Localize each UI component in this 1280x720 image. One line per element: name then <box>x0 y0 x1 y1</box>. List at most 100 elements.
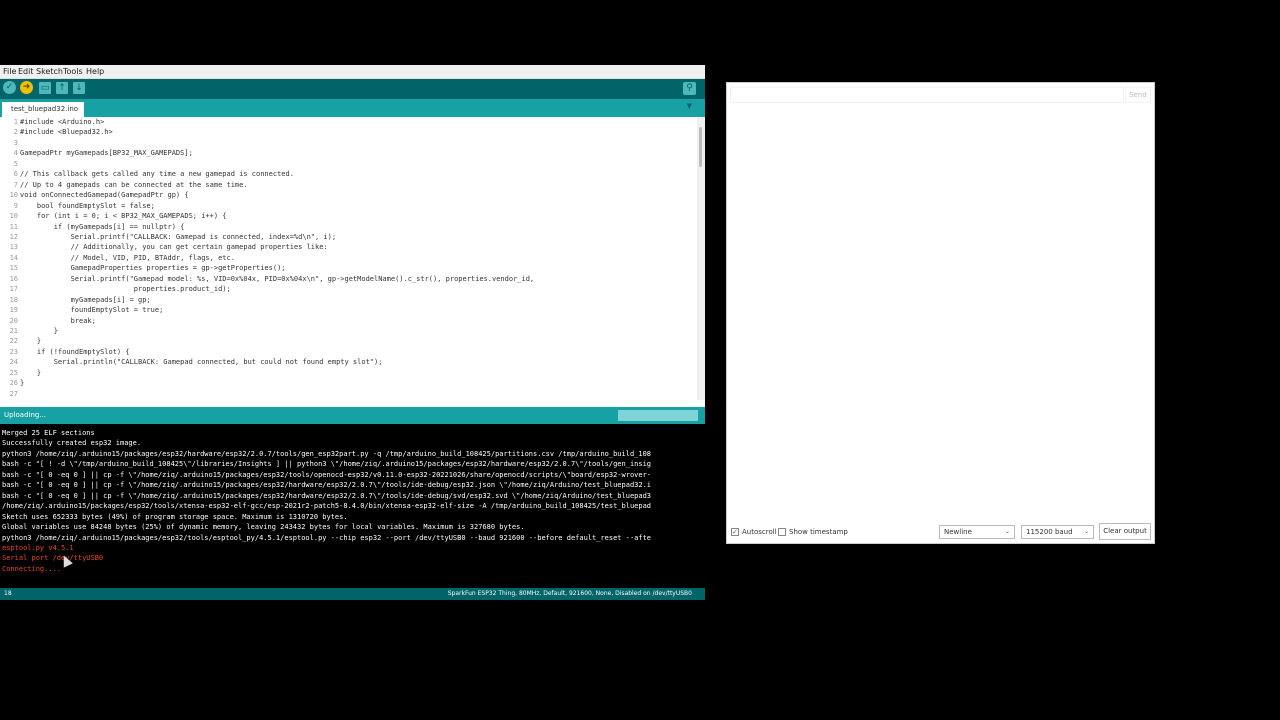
code-text: } <box>20 368 42 377</box>
code-line[interactable]: 3 <box>0 138 20 148</box>
current-line-number: 18 <box>4 590 12 597</box>
console-line: python3 /home/ziq/.arduino15/packages/es… <box>2 449 652 458</box>
code-text: if (!foundEmptySlot) { <box>20 347 130 356</box>
code-text: #include <Arduino.h> <box>20 118 105 126</box>
code-line[interactable]: 5 <box>0 159 20 169</box>
status-text: Uploading... <box>4 411 47 419</box>
console-line: bash -c "[ 0 -eq 0 ] || cp -f \"/home/zi… <box>2 481 652 490</box>
console-line: Successfully created esp32 image. <box>2 439 142 448</box>
chevron-down-icon: ⌄ <box>1004 528 1010 535</box>
console-line: python3 /home/ziq/.arduino15/packages/es… <box>2 533 652 542</box>
serial-monitor-button[interactable]: ⚲ <box>683 82 696 95</box>
code-line[interactable]: 13 // Additionally, you can get certain … <box>0 242 328 252</box>
code-line[interactable]: 26} <box>0 378 25 388</box>
code-text: } <box>20 327 58 335</box>
serial-output-area[interactable] <box>730 105 1151 520</box>
menu-help[interactable]: Help <box>86 67 104 76</box>
save-arrow-down-icon: ↓ <box>75 83 83 93</box>
line-number: 19 <box>9 306 18 315</box>
clear-output-button[interactable]: Clear output <box>1099 523 1151 540</box>
code-line[interactable]: 2 #include <Bluepad32.h> <box>0 127 113 137</box>
code-line[interactable]: 10 for (int i = 0; i < BP32_MAX_GAMEPADS… <box>0 211 227 221</box>
menu-sketch[interactable]: Sketch <box>36 67 63 76</box>
code-line[interactable]: 18 myGamepads[i] = gp; <box>0 295 151 305</box>
code-line[interactable]: 7// Up to 4 gamepads can be connected at… <box>0 180 248 190</box>
console-line: Serial port /dev/ttyUSB0 <box>2 554 104 563</box>
line-number: 22 <box>9 337 18 346</box>
code-line[interactable]: 12 Serial.printf("CALLBACK: Gamepad is c… <box>0 232 337 242</box>
menu-file[interactable]: File <box>3 67 16 76</box>
new-button[interactable]: ▭ <box>39 82 51 94</box>
code-line[interactable]: 23 if (!foundEmptySlot) { <box>0 347 130 357</box>
code-line[interactable]: 19 foundEmptySlot = true; <box>0 305 164 315</box>
line-ending-select[interactable]: Newline ⌄ <box>939 525 1015 539</box>
verify-button[interactable]: ✓ <box>3 81 16 94</box>
new-file-icon: ▭ <box>40 83 50 93</box>
code-text: for (int i = 0; i < BP32_MAX_GAMEPADS; i… <box>20 212 227 221</box>
open-button[interactable]: ↑ <box>56 82 68 94</box>
console-output[interactable]: Merged 25 ELF sections Successfully creat… <box>0 424 705 590</box>
code-text: Serial.printf("CALLBACK: Gamepad is conn… <box>20 232 337 241</box>
code-line[interactable]: 4 GamepadPtr myGamepads[BP32_MAX_GAMEPADS… <box>0 148 193 158</box>
code-line[interactable]: 25 } <box>0 368 42 378</box>
code-line[interactable]: 17 properties.product_id); <box>0 284 231 294</box>
line-number: 9 <box>13 201 18 210</box>
line-number: 21 <box>9 327 18 335</box>
line-number: 10 <box>9 191 18 200</box>
line-number: 26 <box>9 379 18 388</box>
save-button[interactable]: ↓ <box>73 82 85 94</box>
code-line[interactable]: 21 } <box>0 326 58 336</box>
code-line[interactable]: 11 if (myGamepads[i] == nullptr) { <box>0 222 185 232</box>
line-number: 4 <box>13 149 18 158</box>
tab-menu-chevron-down-icon[interactable]: ▼ <box>687 102 692 110</box>
line-number: 2 <box>13 128 18 137</box>
code-text: void onConnectedGamepad(GamepadPtr gp) { <box>20 191 189 200</box>
code-text: #include <Bluepad32.h> <box>20 128 113 137</box>
checkmark-icon: ✓ <box>5 82 14 92</box>
console-line: Connecting.... <box>2 564 62 573</box>
code-line[interactable]: 6// This callback gets called any time a… <box>0 169 294 179</box>
status-bar: Uploading... <box>0 407 705 424</box>
line-number: 10 <box>9 212 18 221</box>
line-number: 27 <box>9 389 18 398</box>
magnifier-icon: ⚲ <box>686 83 693 93</box>
code-text: if (myGamepads[i] == nullptr) { <box>20 222 185 231</box>
code-line[interactable]: 20 break; <box>0 316 96 326</box>
code-line[interactable]: 27 <box>0 389 20 399</box>
code-text: GamepadPtr myGamepads[BP32_MAX_GAMEPADS]… <box>20 149 193 158</box>
line-number: 14 <box>9 253 18 262</box>
code-line[interactable]: 24 Serial.println("CALLBACK: Gamepad con… <box>0 357 383 367</box>
serial-bottom-bar: ✓ Autoscroll Show timestamp Newline ⌄ 11… <box>727 523 1154 543</box>
upload-button[interactable]: ➜ <box>20 81 33 94</box>
code-line[interactable]: 1 #include <Arduino.h> <box>0 117 105 127</box>
chevron-down-icon: ⌄ <box>1083 528 1089 535</box>
editor-vertical-scrollbar[interactable] <box>697 117 705 400</box>
menu-tools[interactable]: Tools <box>63 67 83 76</box>
send-button[interactable]: Send <box>1125 87 1151 103</box>
code-editor[interactable]: 1 #include <Arduino.h> 2 #include <Bluepad3… <box>0 117 697 400</box>
console-line: /home/ziq/.arduino15/packages/esp32/tool… <box>2 502 652 511</box>
console-line: bash -c "[ 0 -eq 0 ] || cp -f \"/home/zi… <box>2 470 652 479</box>
code-text: // This callback gets called any time a … <box>20 170 294 179</box>
code-line[interactable]: 22 } <box>0 336 42 346</box>
code-line[interactable]: 16 Serial.printf("Gamepad model: %s, VID… <box>0 274 535 284</box>
line-number: 11 <box>9 222 18 231</box>
code-text: } <box>20 337 42 346</box>
autoscroll-checkbox[interactable]: ✓ <box>731 528 739 536</box>
line-ending-value: Newline <box>944 528 972 536</box>
board-info: SparkFun ESP32 Thing, 80MHz, Default, 92… <box>447 590 692 597</box>
serial-input-field[interactable] <box>730 87 1124 103</box>
scrollbar-thumb[interactable] <box>699 127 702 167</box>
code-line[interactable]: 10 void onConnectedGamepad(GamepadPtr gp)… <box>0 190 189 200</box>
baud-rate-select[interactable]: 115200 baud ⌄ <box>1021 525 1094 539</box>
code-line[interactable]: 9 bool foundEmptySlot = false; <box>0 201 155 211</box>
show-timestamp-checkbox[interactable] <box>778 528 786 536</box>
line-number: 17 <box>9 285 18 294</box>
code-line[interactable]: 14 // Model, VID, PID, BTAddr, flags, et… <box>0 253 235 263</box>
toolbar: ✓ ➜ ▭ ↑ ↓ ⚲ <box>0 79 705 99</box>
tab-sketch[interactable]: test_bluepad32.ino <box>2 102 84 117</box>
code-line[interactable]: 15 GamepadProperties properties = gp->ge… <box>0 263 286 273</box>
code-text: } <box>20 379 25 388</box>
menu-edit[interactable]: Edit <box>18 67 34 76</box>
code-text: GamepadProperties properties = gp->getPr… <box>20 264 286 273</box>
